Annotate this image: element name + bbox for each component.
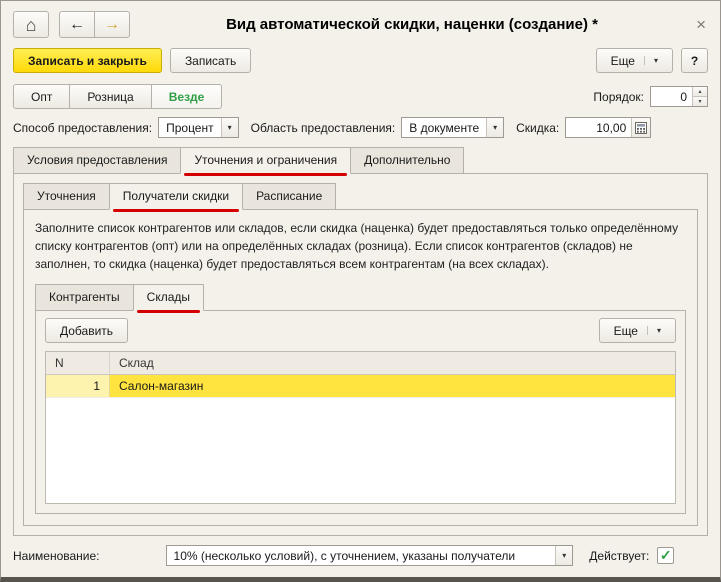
back-arrow-icon: ←: [69, 15, 85, 33]
name-label: Наименование:: [13, 548, 100, 563]
cell-row-number: 1: [46, 375, 110, 397]
tab-poluchateli-skidki[interactable]: Получатели скидки: [108, 183, 244, 212]
name-value: 10% (несколько условий), с уточнением, у…: [173, 548, 516, 563]
save-button[interactable]: Записать: [169, 48, 252, 73]
active-checkbox[interactable]: ✓: [657, 547, 674, 564]
more-button-label: Еще: [613, 323, 638, 338]
add-button[interactable]: Добавить: [45, 318, 129, 343]
main-toolbar: Записать и закрыть Записать Еще ▾ ?: [1, 44, 720, 82]
home-icon: ⌂: [25, 14, 37, 35]
scope-segmented-control: Опт Розница Везде: [13, 84, 223, 109]
cell-warehouse-name: Салон-магазин: [110, 375, 675, 397]
segment-roznitsa[interactable]: Розница: [69, 84, 152, 109]
scope-row: Опт Розница Везде Порядок: 0 ▴ ▾: [1, 82, 720, 116]
discount-field[interactable]: 10,00: [565, 117, 652, 138]
list-tab-strip: Контрагенты Склады: [24, 277, 697, 313]
tab-raspisanie[interactable]: Расписание: [242, 183, 337, 210]
active-label: Действует:: [589, 548, 650, 563]
order-label: Порядок:: [593, 89, 644, 104]
order-spinner-buttons: ▴ ▾: [692, 87, 707, 106]
table-row[interactable]: 1 Салон-магазин: [46, 375, 675, 398]
titlebar: ⌂ ← → Вид автоматической скидки, наценки…: [1, 1, 720, 44]
table-empty-area: [46, 398, 675, 503]
home-button[interactable]: ⌂: [13, 11, 49, 38]
more-button-label: Еще: [610, 53, 635, 68]
app-window: ⌂ ← → Вид автоматической скидки, наценки…: [0, 0, 721, 582]
discount-label: Скидка:: [516, 120, 560, 135]
forward-arrow-icon: →: [104, 15, 120, 33]
column-header-sklad[interactable]: Склад: [110, 352, 675, 374]
order-value[interactable]: 0: [651, 87, 692, 106]
tab-utochneniya[interactable]: Уточнения: [23, 183, 110, 210]
chevron-down-icon: ▾: [643, 56, 658, 65]
segment-opt[interactable]: Опт: [13, 84, 71, 109]
calculator-icon[interactable]: [631, 118, 651, 137]
discount-value: 10,00: [596, 120, 627, 135]
name-combobox[interactable]: 10% (несколько условий), с уточнением, у…: [165, 545, 574, 566]
chevron-down-icon: ▾: [646, 326, 661, 335]
params-row: Способ предоставления: Процент ▾ Область…: [1, 116, 720, 147]
recipients-panel: Заполните список контрагентов или складо…: [23, 209, 698, 526]
annotation-underline: [136, 310, 201, 313]
method-label: Способ предоставления:: [13, 120, 153, 135]
tab-dopolnitelno[interactable]: Дополнительно: [350, 147, 465, 174]
chevron-down-icon[interactable]: ▾: [555, 546, 573, 565]
order-spinner[interactable]: 0 ▴ ▾: [650, 86, 708, 107]
chevron-down-icon[interactable]: ▾: [220, 118, 238, 137]
method-value: Процент: [166, 120, 214, 135]
area-combobox[interactable]: В документе ▾: [401, 117, 505, 138]
warehouses-list-panel: Добавить Еще ▾ N Склад 1 Салон-магазин: [35, 310, 686, 514]
segment-vezde[interactable]: Везде: [150, 84, 223, 109]
back-button[interactable]: ←: [59, 11, 95, 38]
more-button[interactable]: Еще ▾: [595, 48, 673, 73]
spinner-up-icon[interactable]: ▴: [693, 87, 707, 96]
annotation-underline: [112, 209, 240, 212]
tab-label: Получатели скидки: [122, 189, 230, 203]
tab-label: Уточнения и ограничения: [194, 153, 338, 167]
spinner-down-icon[interactable]: ▾: [693, 96, 707, 106]
method-combobox[interactable]: Процент ▾: [158, 117, 239, 138]
refinements-panel: Уточнения Получатели скидки Расписание З…: [13, 173, 708, 536]
table-header: N Склад: [46, 352, 675, 375]
tab-kontragenty[interactable]: Контрагенты: [35, 284, 134, 311]
description-text: Заполните список контрагентов или складо…: [35, 221, 679, 271]
close-button[interactable]: ×: [694, 15, 708, 35]
save-close-button[interactable]: Записать и закрыть: [13, 48, 162, 73]
forward-button[interactable]: →: [94, 11, 130, 38]
history-nav: ← →: [59, 11, 130, 38]
area-value: В документе: [409, 120, 480, 135]
page-title: Вид автоматической скидки, наценки (созд…: [226, 16, 598, 33]
list-toolbar: Добавить Еще ▾: [36, 311, 685, 348]
chevron-down-icon[interactable]: ▾: [486, 118, 504, 137]
inner-tab-strip: Уточнения Получатели скидки Расписание: [14, 174, 707, 212]
column-header-n[interactable]: N: [46, 352, 110, 374]
tab-label: Склады: [146, 290, 191, 304]
area-label: Область предоставления:: [250, 120, 396, 135]
footer-row: Наименование: 10% (несколько условий), с…: [1, 536, 720, 577]
tab-usloviya-predostavleniya[interactable]: Условия предоставления: [13, 147, 182, 174]
help-button[interactable]: ?: [681, 48, 708, 73]
tab-utochneniya-i-ogranicheniya[interactable]: Уточнения и ограничения: [180, 147, 352, 176]
warehouses-table: N Склад 1 Салон-магазин: [45, 351, 676, 504]
tab-sklady[interactable]: Склады: [132, 284, 205, 313]
main-tab-strip: Условия предоставления Уточнения и огран…: [1, 147, 720, 176]
list-more-button[interactable]: Еще ▾: [598, 318, 676, 343]
check-icon: ✓: [659, 547, 672, 563]
